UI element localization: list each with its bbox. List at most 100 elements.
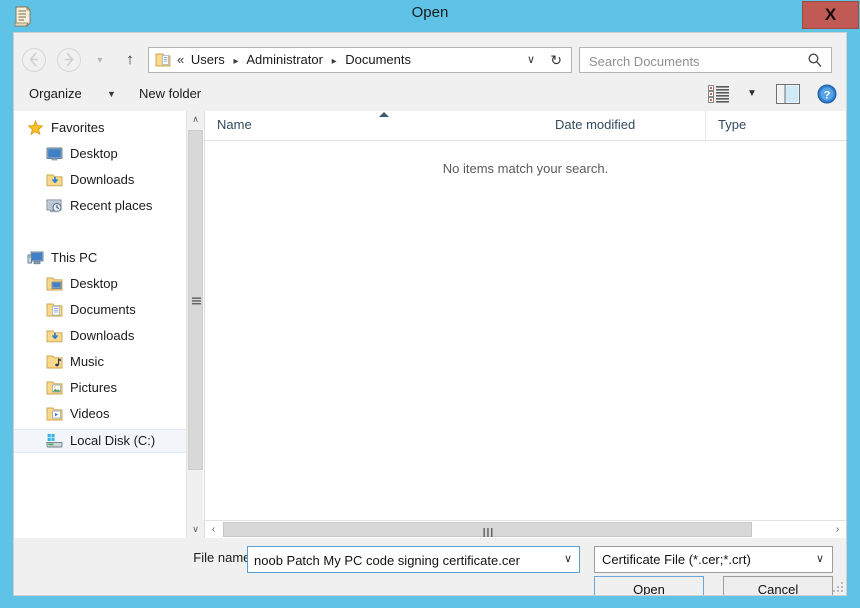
column-header-type[interactable]: Type	[705, 111, 846, 139]
sidebar-item-desktop[interactable]: Desktop	[14, 143, 184, 165]
navigation-sidebar: Favorites Desktop Downloads Recent places Th…	[14, 111, 205, 538]
harddisk-icon	[46, 433, 63, 449]
sidebar-item-downloads[interactable]: Downloads	[14, 169, 184, 191]
downloads-icon	[46, 172, 63, 188]
downloads-icon	[46, 328, 63, 344]
open-button-label: pen	[643, 582, 665, 596]
open-button-accesskey: O	[633, 582, 644, 596]
forward-icon[interactable]	[57, 48, 81, 72]
sidebar-item-documents[interactable]: Documents	[14, 299, 184, 321]
music-icon	[46, 354, 63, 370]
file-list-pane: Name Date modified Type No items match y…	[205, 111, 846, 538]
recent-places-icon	[46, 198, 63, 214]
sidebar-scrollbar[interactable]: ∧ ∨	[186, 111, 204, 538]
sidebar-item-pictures[interactable]: Pictures	[14, 377, 184, 399]
file-type-combobox[interactable]: Certificate File (*.cer;*.crt) ∨	[594, 546, 833, 573]
resize-grip-icon[interactable]	[832, 581, 844, 593]
breadcrumb-overflow[interactable]: «	[177, 52, 187, 67]
breadcrumb-crumb-administrator[interactable]: Administrator	[246, 52, 323, 67]
refresh-icon[interactable]: ↻	[550, 48, 562, 72]
sidebar-item-recent-places[interactable]: Recent places	[14, 195, 184, 217]
column-header-row: Name Date modified Type	[205, 111, 846, 141]
svg-text:?: ?	[824, 89, 831, 101]
computer-icon	[27, 250, 44, 266]
empty-state-message: No items match your search.	[442, 161, 609, 176]
breadcrumb-crumb-documents[interactable]: Documents	[345, 52, 411, 67]
sidebar-scrollbar-thumb[interactable]	[188, 130, 203, 470]
scrollbar-grip-icon	[483, 526, 493, 537]
search-box[interactable]	[579, 47, 832, 74]
breadcrumb-crumb-users[interactable]: Users	[191, 52, 225, 67]
folder-icon	[155, 52, 171, 68]
back-icon[interactable]	[22, 48, 46, 72]
column-header-date-modified[interactable]: Date modified	[543, 111, 705, 139]
breadcrumb-separator-icon: ▸	[233, 56, 239, 67]
organize-button[interactable]: Organize	[23, 82, 88, 106]
sidebar-item-music[interactable]: Music	[14, 351, 184, 373]
desktop-folder-icon	[46, 276, 63, 292]
sidebar-item-favorites[interactable]: Favorites	[14, 117, 184, 139]
scrollbar-grip-icon	[192, 295, 201, 305]
chevron-down-icon[interactable]: ▼	[107, 82, 116, 106]
sidebar-item-label: Downloads	[70, 328, 135, 343]
scroll-down-icon[interactable]: ∨	[187, 521, 204, 538]
sidebar-item-label: This PC	[51, 250, 98, 265]
sidebar-item-label: Favorites	[51, 120, 105, 135]
column-header-name[interactable]: Name	[205, 111, 543, 139]
search-icon[interactable]	[807, 52, 823, 68]
pictures-icon	[46, 380, 63, 396]
help-icon[interactable]: ?	[817, 84, 837, 104]
change-view-icon[interactable]	[708, 85, 730, 103]
sidebar-item-label: Documents	[70, 302, 136, 317]
sidebar-item-label: Desktop	[70, 276, 118, 291]
chevron-down-icon: ∨	[815, 553, 824, 565]
file-list-horizontal-scrollbar[interactable]: ‹ ›	[205, 520, 846, 538]
dialog-footer: File name: ∨ Certificate File (*.cer;*.c…	[14, 538, 846, 595]
sidebar-item-label: Pictures	[70, 380, 117, 395]
chevron-down-icon[interactable]: ∨	[527, 48, 535, 72]
navigation-bar: ▼ ↑ « Users ▸ Administrator ▸ Documents …	[14, 33, 846, 78]
breadcrumb[interactable]: « Users ▸ Administrator ▸ Documents ∨ ↻	[148, 47, 572, 73]
sidebar-item-label: Local Disk (C:)	[70, 433, 156, 448]
scroll-up-icon[interactable]: ∧	[187, 111, 204, 128]
sidebar-item-label: Recent places	[70, 198, 153, 213]
preview-pane-icon[interactable]	[776, 84, 800, 104]
file-name-combobox[interactable]: ∨	[247, 546, 580, 574]
recent-locations-icon[interactable]: ▼	[93, 54, 107, 66]
search-input[interactable]	[587, 48, 796, 74]
file-name-input[interactable]	[252, 547, 556, 574]
breadcrumb-separator-icon: ▸	[331, 56, 337, 67]
up-one-level-icon[interactable]: ↑	[119, 48, 141, 72]
cancel-button[interactable]: Cancel	[723, 576, 833, 595]
videos-icon	[46, 406, 63, 422]
chevron-down-icon[interactable]: ∨	[564, 547, 572, 572]
file-name-label: File name:	[176, 550, 254, 565]
sidebar-item-local-disk-c[interactable]: Local Disk (C:)	[14, 429, 197, 453]
command-toolbar: Organize ▼ New folder ▼ ?	[14, 78, 846, 112]
scroll-right-icon[interactable]: ›	[829, 521, 846, 538]
window-title: Open	[411, 4, 449, 21]
file-type-value: Certificate File (*.cer;*.crt)	[602, 552, 751, 567]
star-icon	[27, 119, 44, 136]
scroll-left-icon[interactable]: ‹	[205, 521, 222, 538]
view-options-chevron-icon[interactable]: ▼	[747, 83, 757, 105]
sort-ascending-icon	[379, 112, 389, 117]
sidebar-item-this-pc[interactable]: This PC	[14, 247, 184, 269]
sidebar-item-videos[interactable]: Videos	[14, 403, 184, 425]
dialog-client-area: ▼ ↑ « Users ▸ Administrator ▸ Documents …	[13, 32, 847, 596]
sidebar-item-label: Downloads	[70, 172, 135, 187]
sidebar-item-desktop[interactable]: Desktop	[14, 273, 184, 295]
close-button[interactable]: X	[802, 1, 859, 29]
horizontal-scrollbar-thumb[interactable]	[223, 522, 752, 537]
sidebar-item-label: Music	[70, 354, 104, 369]
sidebar-item-label: Desktop	[70, 146, 118, 161]
file-name-label-text: File name:	[193, 550, 254, 565]
breadcrumb-trail: « Users ▸ Administrator ▸ Documents	[177, 48, 411, 72]
open-file-dialog: Open X ▼ ↑ « Users ▸ Administrator ▸ Doc…	[0, 0, 860, 608]
documents-icon	[46, 302, 63, 318]
title-bar: Open X	[0, 0, 860, 32]
sidebar-item-label: Videos	[70, 406, 110, 421]
sidebar-item-downloads[interactable]: Downloads	[14, 325, 184, 347]
new-folder-button[interactable]: New folder	[133, 82, 207, 106]
open-button[interactable]: Open	[594, 576, 704, 596]
